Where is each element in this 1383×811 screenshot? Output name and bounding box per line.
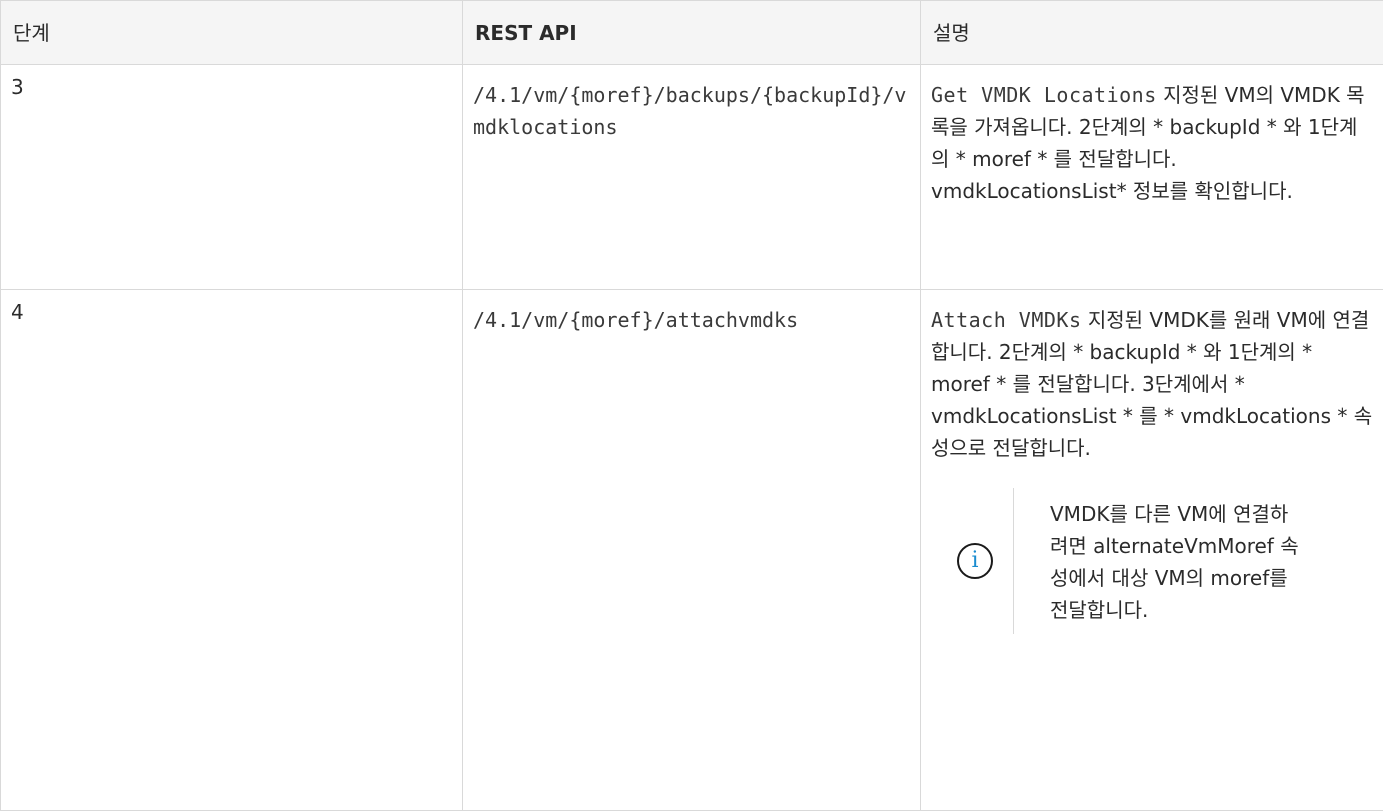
info-icon: i bbox=[957, 543, 993, 579]
header-description: 설명 bbox=[921, 1, 1383, 65]
api-endpoint: /4.1/vm/{moref}/backups/{backupId}/vmdkl… bbox=[463, 65, 920, 143]
table-header-row: 단계 REST API 설명 bbox=[1, 1, 1383, 65]
description-cell: Get VMDK Locations 지정된 VM의 VMDK 목록을 가져옵니… bbox=[921, 65, 1383, 290]
header-step: 단계 bbox=[1, 1, 463, 65]
api-endpoint: /4.1/vm/{moref}/attachvmdks bbox=[463, 290, 920, 336]
api-cell: /4.1/vm/{moref}/backups/{backupId}/vmdkl… bbox=[463, 65, 921, 290]
table-row: 4 /4.1/vm/{moref}/attachvmdks Attach VMD… bbox=[1, 290, 1383, 811]
api-cell: /4.1/vm/{moref}/attachvmdks bbox=[463, 290, 921, 811]
rest-api-steps-table: 단계 REST API 설명 3 /4.1/vm/{moref}/backups… bbox=[0, 0, 1383, 811]
description-cell: Attach VMDKs 지정된 VMDK를 원래 VM에 연결합니다. 2단계… bbox=[921, 290, 1383, 811]
step-cell: 4 bbox=[1, 290, 463, 811]
header-rest-api: REST API bbox=[463, 1, 921, 65]
info-note: i VMDK를 다른 VM에 연결하려면 alternateVmMoref 속성… bbox=[937, 488, 1383, 634]
api-name: Get VMDK Locations bbox=[931, 83, 1157, 107]
api-name: Attach VMDKs bbox=[931, 308, 1082, 332]
step-cell: 3 bbox=[1, 65, 463, 290]
table-row: 3 /4.1/vm/{moref}/backups/{backupId}/vmd… bbox=[1, 65, 1383, 290]
note-text: VMDK를 다른 VM에 연결하려면 alternateVmMoref 속성에서… bbox=[1013, 488, 1300, 634]
